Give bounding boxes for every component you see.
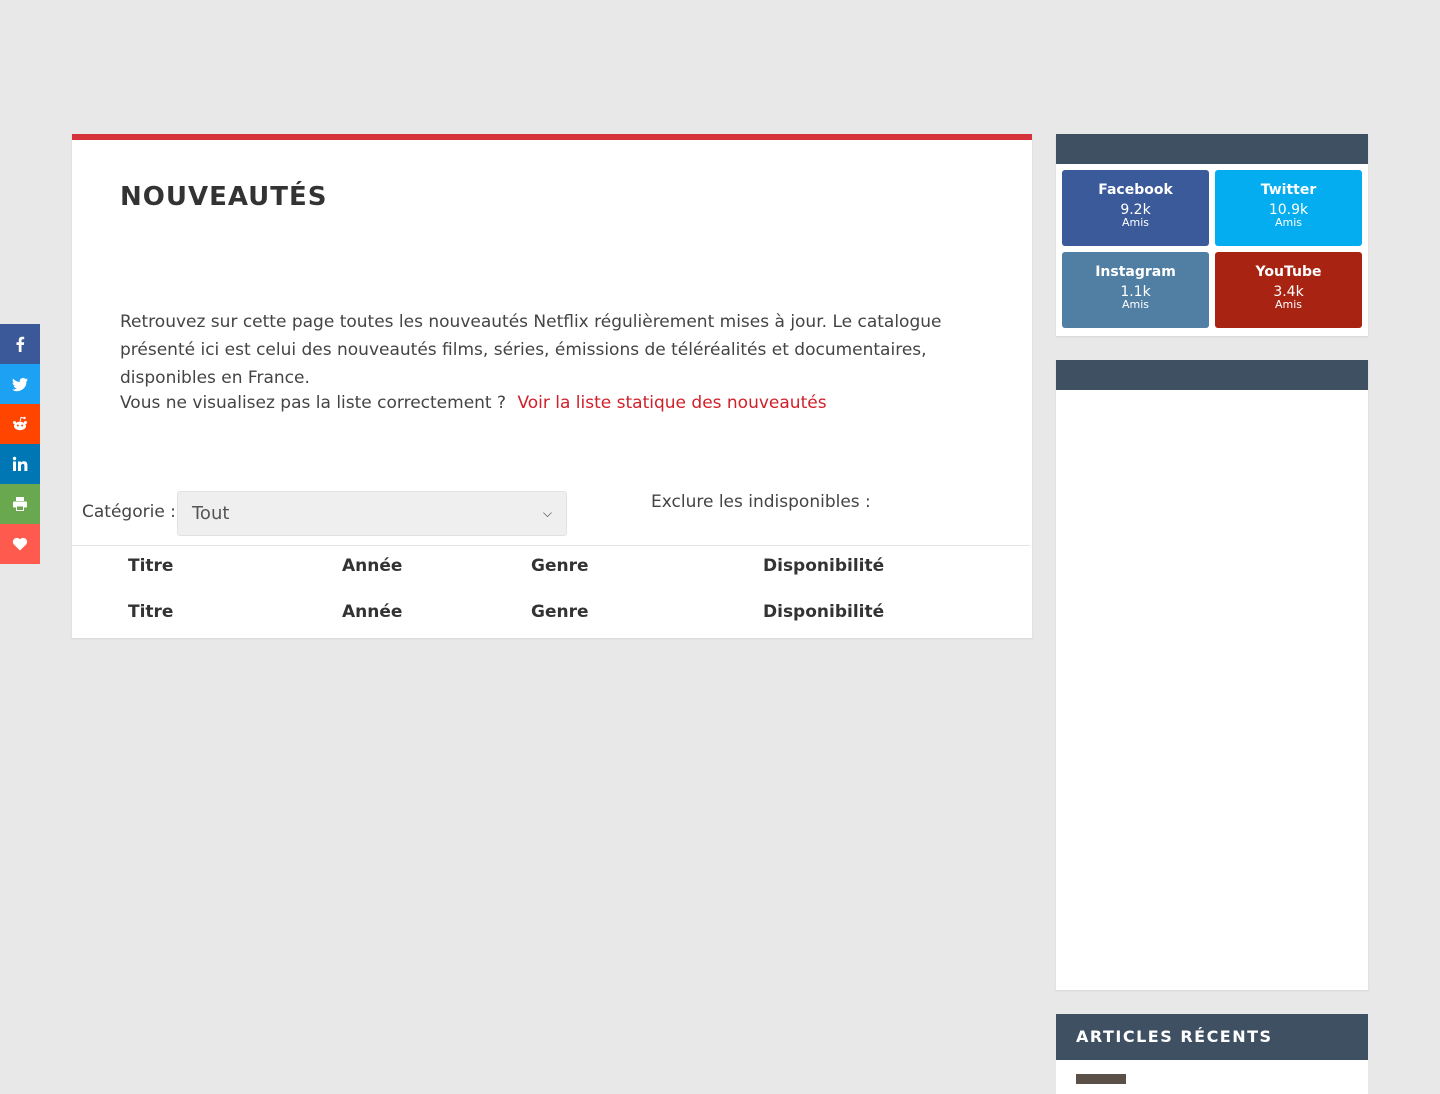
instagram-tile-count: 1.1k bbox=[1120, 284, 1151, 300]
facebook-follow-tile[interactable]: Facebook 9.2k Amis bbox=[1062, 170, 1209, 246]
share-bar bbox=[0, 324, 40, 564]
category-label: Catégorie : bbox=[82, 502, 176, 522]
column-footer-title: Titre bbox=[128, 602, 174, 622]
catalog-table: Titre Année Genre Disponibilité Titre An… bbox=[72, 545, 1030, 639]
table-header-row: Titre Année Genre Disponibilité bbox=[72, 556, 1030, 596]
twitter-follow-tile[interactable]: Twitter 10.9k Amis bbox=[1215, 170, 1362, 246]
instagram-follow-tile[interactable]: Instagram 1.1k Amis bbox=[1062, 252, 1209, 328]
facebook-tile-count: 9.2k bbox=[1120, 202, 1151, 218]
column-header-genre[interactable]: Genre bbox=[531, 556, 589, 576]
column-header-title[interactable]: Titre bbox=[128, 556, 173, 576]
facebook-icon bbox=[16, 336, 25, 352]
column-header-year[interactable]: Année bbox=[342, 556, 402, 576]
twitter-tile-unit: Amis bbox=[1274, 216, 1303, 229]
share-twitter-button[interactable] bbox=[0, 364, 40, 404]
intro-paragraph: Retrouvez sur cette page toutes les nouv… bbox=[120, 312, 942, 388]
reddit-icon bbox=[13, 416, 27, 431]
share-facebook-button[interactable] bbox=[0, 324, 40, 364]
page-title: NOUVEAUTÉS bbox=[120, 182, 328, 212]
heart-icon bbox=[12, 537, 28, 551]
share-linkedin-button[interactable] bbox=[0, 444, 40, 484]
category-select-value: Tout bbox=[192, 503, 230, 524]
facebook-tile-name: Facebook bbox=[1098, 182, 1173, 198]
column-footer-year: Année bbox=[342, 602, 403, 622]
recent-articles-widget: ARTICLES RÉCENTS bbox=[1056, 1014, 1368, 1094]
share-reddit-button[interactable] bbox=[0, 404, 40, 444]
table-footer-row: Titre Année Genre Disponibilité bbox=[72, 602, 1030, 642]
article-thumbnail[interactable] bbox=[1076, 1074, 1126, 1084]
love-button[interactable] bbox=[0, 524, 40, 564]
column-footer-availability: Disponibilité bbox=[763, 602, 885, 622]
print-button[interactable] bbox=[0, 484, 40, 524]
youtube-tile-unit: Amis bbox=[1274, 298, 1303, 311]
print-icon bbox=[13, 497, 27, 511]
youtube-tile-count: 3.4k bbox=[1273, 284, 1304, 300]
twitter-tile-name: Twitter bbox=[1260, 182, 1317, 198]
column-footer-genre: Genre bbox=[531, 602, 589, 622]
recent-articles-title: ARTICLES RÉCENTS bbox=[1056, 1014, 1368, 1060]
chevron-down-icon: ⌵ bbox=[542, 506, 552, 520]
youtube-tile-name: YouTube bbox=[1255, 264, 1322, 280]
facebook-tile-unit: Amis bbox=[1121, 216, 1150, 229]
category-select[interactable]: Tout ⌵ bbox=[177, 491, 567, 536]
youtube-follow-tile[interactable]: YouTube 3.4k Amis bbox=[1215, 252, 1362, 328]
linkedin-icon bbox=[12, 456, 28, 471]
static-list-link[interactable]: Voir la liste statique des nouveautés bbox=[517, 393, 826, 413]
column-header-availability[interactable]: Disponibilité bbox=[763, 556, 884, 576]
instagram-tile-unit: Amis bbox=[1121, 298, 1150, 311]
social-widget-header bbox=[1056, 134, 1368, 164]
main-content-card: NOUVEAUTÉS Retrouvez sur cette page tout… bbox=[72, 134, 1032, 638]
sidebar-ad-widget bbox=[1056, 360, 1368, 990]
instagram-tile-name: Instagram bbox=[1095, 264, 1176, 280]
exclude-unavailable-label: Exclure les indisponibles : bbox=[651, 492, 871, 512]
twitter-tile-count: 10.9k bbox=[1268, 202, 1309, 218]
ad-widget-header bbox=[1056, 360, 1368, 390]
static-list-line: Vous ne visualisez pas la liste correcte… bbox=[120, 393, 827, 413]
static-list-prompt: Vous ne visualisez pas la liste correcte… bbox=[120, 393, 507, 413]
social-counter-widget: Facebook 9.2k Amis Twitter 10.9k Amis In… bbox=[1056, 134, 1368, 336]
twitter-icon bbox=[12, 377, 28, 392]
